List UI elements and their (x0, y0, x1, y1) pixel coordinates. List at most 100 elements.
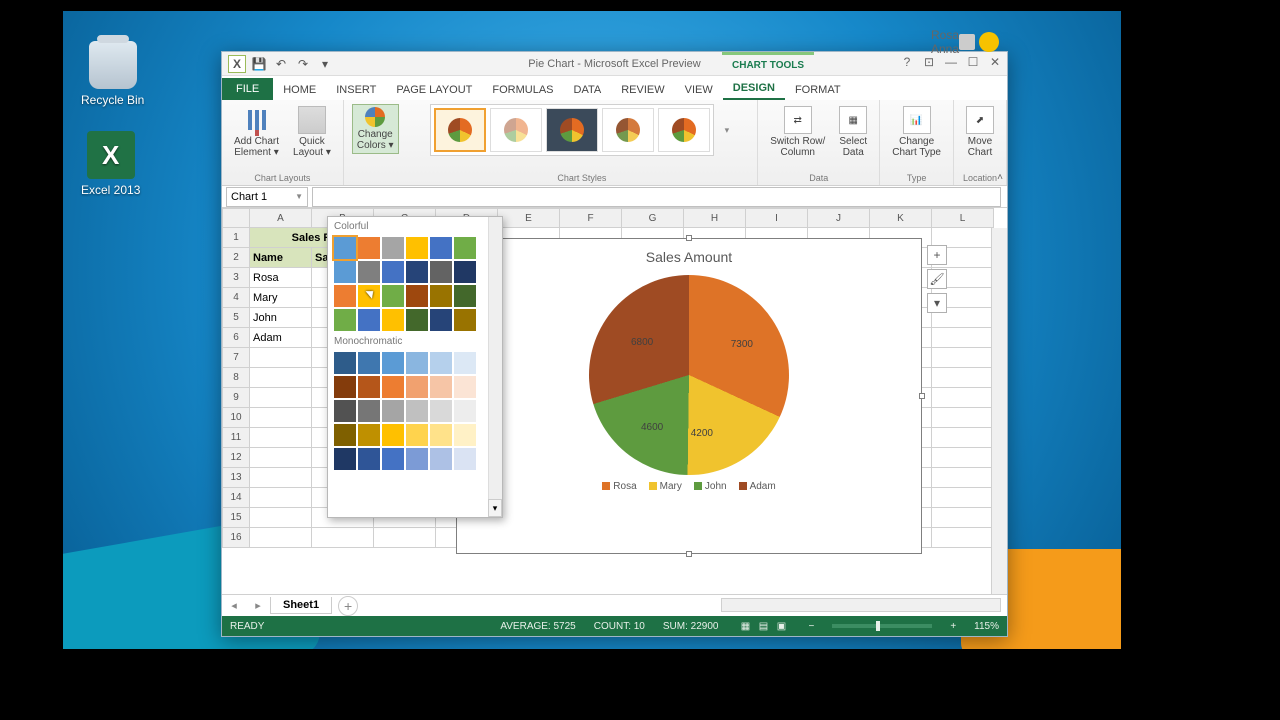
chart-filter-button[interactable]: ▾ (927, 293, 947, 313)
color-swatch[interactable] (334, 261, 356, 283)
cell[interactable] (250, 388, 312, 408)
chart-style-4[interactable] (602, 108, 654, 152)
row-header[interactable]: 15 (222, 508, 250, 528)
cell[interactable]: Adam (250, 328, 312, 348)
color-swatch[interactable] (430, 261, 452, 283)
cell[interactable] (932, 488, 994, 508)
tab-format[interactable]: FORMAT (785, 80, 851, 100)
move-chart-button[interactable]: Move Chart (962, 104, 998, 160)
cell[interactable] (932, 348, 994, 368)
color-swatch[interactable] (382, 376, 404, 398)
row-header[interactable]: 14 (222, 488, 250, 508)
color-swatch[interactable] (454, 261, 476, 283)
user-account[interactable]: Rosa Anna (935, 32, 1003, 52)
col-header[interactable]: J (808, 208, 870, 228)
name-box[interactable]: Chart 1▼ (226, 187, 308, 207)
color-swatch[interactable] (334, 400, 356, 422)
color-swatch[interactable] (382, 237, 404, 259)
cell[interactable]: John (250, 308, 312, 328)
color-swatch[interactable] (358, 448, 380, 470)
pie-plot[interactable]: 7300 4200 4600 6800 (589, 275, 789, 475)
color-swatch[interactable] (358, 285, 380, 307)
row-header[interactable]: 7 (222, 348, 250, 368)
color-swatch[interactable] (454, 376, 476, 398)
tab-pagelayout[interactable]: PAGE LAYOUT (386, 80, 482, 100)
desktop-icon-excel[interactable]: Excel 2013 (81, 131, 140, 197)
cell[interactable] (250, 368, 312, 388)
color-swatch[interactable] (430, 376, 452, 398)
color-swatch[interactable] (358, 261, 380, 283)
chart-styles-button[interactable]: 🖌 (927, 269, 947, 289)
row-header[interactable]: 8 (222, 368, 250, 388)
select-data-button[interactable]: Select Data (835, 104, 871, 160)
color-swatch[interactable] (430, 285, 452, 307)
cell[interactable] (250, 488, 312, 508)
col-header[interactable]: E (498, 208, 560, 228)
row-header[interactable]: 4 (222, 288, 250, 308)
cell[interactable] (312, 528, 374, 548)
legend-item[interactable]: John (694, 481, 727, 492)
legend-item[interactable]: Rosa (602, 481, 636, 492)
maximize-button[interactable]: ☐ (963, 52, 983, 72)
color-swatch[interactable] (406, 261, 428, 283)
legend-item[interactable]: Mary (649, 481, 682, 492)
qat-save[interactable]: 💾 (250, 55, 268, 73)
color-swatch[interactable] (430, 309, 452, 331)
resize-handle[interactable] (686, 551, 692, 557)
quick-layout-button[interactable]: Quick Layout ▾ (289, 104, 335, 160)
qat-redo[interactable]: ↷ (294, 55, 312, 73)
chart-object[interactable]: Sales Amount 7300 4200 4600 6800 Rosa Ma… (456, 238, 922, 554)
popup-scrollbar[interactable] (488, 217, 502, 499)
row-header[interactable]: 5 (222, 308, 250, 328)
horizontal-scrollbar[interactable] (721, 598, 1001, 612)
feedback-icon[interactable] (979, 32, 999, 52)
cell[interactable] (374, 528, 436, 548)
color-swatch[interactable] (358, 352, 380, 374)
row-header[interactable]: 9 (222, 388, 250, 408)
zoom-out[interactable]: − (808, 621, 814, 632)
color-swatch[interactable] (406, 309, 428, 331)
color-swatch[interactable] (358, 309, 380, 331)
help-button[interactable]: ? (897, 52, 917, 72)
zoom-level[interactable]: 115% (974, 621, 999, 632)
color-swatch[interactable] (430, 448, 452, 470)
cell[interactable] (250, 408, 312, 428)
formula-input[interactable] (312, 187, 1001, 207)
color-swatch[interactable] (406, 237, 428, 259)
color-swatch[interactable] (382, 352, 404, 374)
chart-style-5[interactable] (658, 108, 710, 152)
color-swatch[interactable] (382, 400, 404, 422)
switch-row-col-button[interactable]: Switch Row/ Column (766, 104, 829, 160)
tab-formulas[interactable]: FORMULAS (482, 80, 563, 100)
cell[interactable] (932, 328, 994, 348)
cell[interactable] (932, 508, 994, 528)
row-header[interactable]: 6 (222, 328, 250, 348)
cell[interactable] (932, 368, 994, 388)
qat-undo[interactable]: ↶ (272, 55, 290, 73)
cell[interactable] (932, 528, 994, 548)
color-swatch[interactable] (334, 424, 356, 446)
tab-review[interactable]: REVIEW (611, 80, 674, 100)
tab-data[interactable]: DATA (564, 80, 612, 100)
color-swatch[interactable] (382, 285, 404, 307)
row-header[interactable]: 13 (222, 468, 250, 488)
color-swatch[interactable] (358, 424, 380, 446)
color-swatch[interactable] (406, 448, 428, 470)
cell[interactable] (932, 448, 994, 468)
chart-style-1[interactable] (434, 108, 486, 152)
col-header[interactable]: A (250, 208, 312, 228)
cell[interactable] (250, 428, 312, 448)
col-header[interactable]: K (870, 208, 932, 228)
color-swatch[interactable] (382, 309, 404, 331)
resize-handle[interactable] (686, 235, 692, 241)
new-sheet-button[interactable]: + (338, 596, 358, 616)
color-swatch[interactable] (430, 400, 452, 422)
color-swatch[interactable] (454, 309, 476, 331)
row-header[interactable]: 1 (222, 228, 250, 248)
chart-elements-button[interactable]: + (927, 245, 947, 265)
color-swatch[interactable] (430, 352, 452, 374)
zoom-slider[interactable] (832, 624, 932, 628)
tab-view[interactable]: VIEW (675, 80, 723, 100)
col-header[interactable]: F (560, 208, 622, 228)
color-swatch[interactable] (334, 309, 356, 331)
